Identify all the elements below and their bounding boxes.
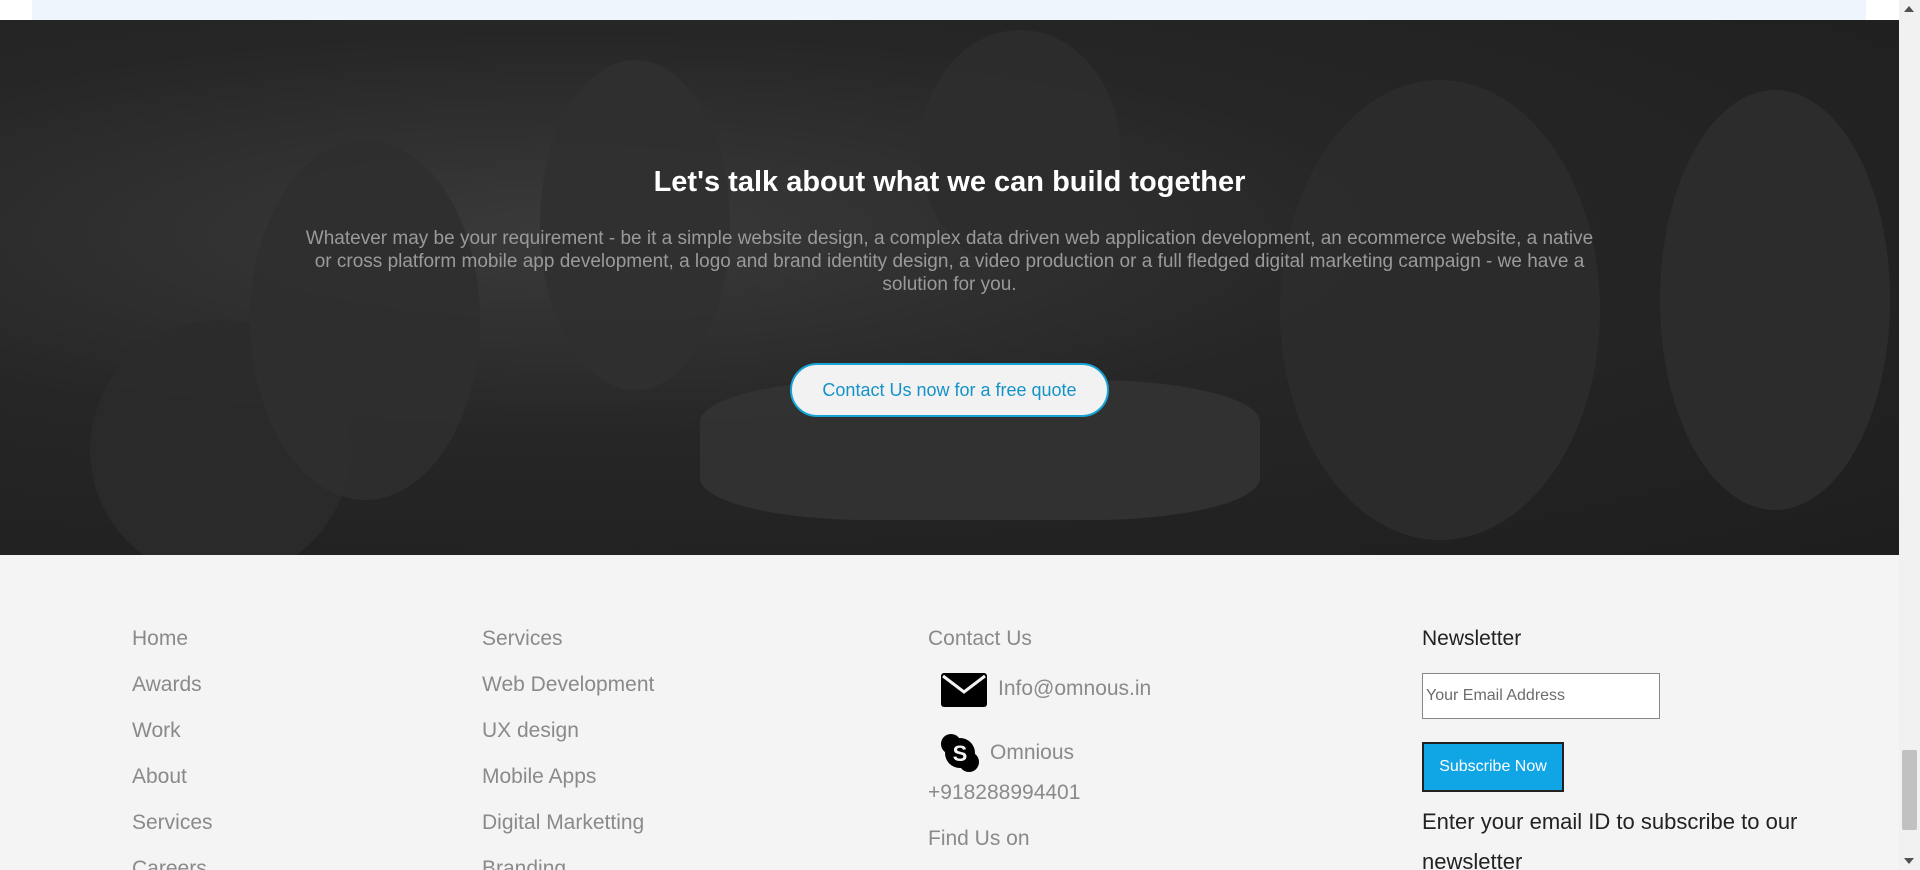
background-photo-shape (1280, 80, 1600, 540)
skype-icon: S (938, 730, 982, 776)
previous-section-edge (32, 0, 1866, 20)
footer-link-mobile-apps[interactable]: Mobile Apps (482, 765, 654, 811)
page-scrollbar[interactable] (1899, 0, 1920, 870)
envelope-icon (938, 666, 990, 712)
footer-contact-heading[interactable]: Contact Us (928, 627, 1151, 655)
footer-link-awards[interactable]: Awards (132, 673, 213, 719)
contact-email-row[interactable]: Info@omnous.in (928, 655, 1151, 723)
site-footer: Home Awards Work About Services Careers … (0, 555, 1899, 870)
footer-link-about[interactable]: About (132, 765, 213, 811)
svg-text:S: S (953, 741, 968, 766)
footer-services-column: Services Web Development UX design Mobil… (482, 627, 654, 870)
footer-link-branding[interactable]: Branding (482, 857, 654, 870)
contact-skype[interactable]: Omnious (990, 741, 1074, 765)
contact-email[interactable]: Info@omnous.in (998, 677, 1151, 701)
footer-nav-column: Home Awards Work About Services Careers (132, 627, 213, 870)
footer-link-work[interactable]: Work (132, 719, 213, 765)
background-photo-shape (540, 60, 730, 390)
footer-link-ux-design[interactable]: UX design (482, 719, 654, 765)
footer-link-digital-marketing[interactable]: Digital Marketting (482, 811, 654, 857)
top-strip (0, 0, 1899, 20)
contact-phone[interactable]: +918288994401 (928, 781, 1151, 827)
contact-us-quote-button[interactable]: Contact Us now for a free quote (790, 363, 1109, 417)
footer-newsletter-column: Newsletter Subscribe Now Enter your emai… (1422, 627, 1802, 870)
newsletter-email-input[interactable] (1422, 673, 1660, 719)
footer-link-web-development[interactable]: Web Development (482, 673, 654, 719)
hero-title: Let's talk about what we can build toget… (653, 166, 1246, 198)
background-photo-shape (1660, 90, 1890, 510)
hero-description: Whatever may be your requirement - be it… (305, 228, 1594, 295)
footer-contact-column: Contact Us Info@omnous.in S Omnious +918… (928, 627, 1151, 851)
footer-link-services[interactable]: Services (132, 811, 213, 857)
scroll-up-arrow-icon[interactable] (1904, 6, 1914, 12)
find-us-on-label: Find Us on (928, 827, 1030, 850)
footer-link-home[interactable]: Home (132, 627, 213, 673)
newsletter-heading: Newsletter (1422, 627, 1522, 650)
newsletter-description: Enter your email ID to subscribe to our … (1422, 809, 1798, 870)
footer-services-heading[interactable]: Services (482, 627, 654, 673)
scroll-down-arrow-icon[interactable] (1904, 858, 1914, 864)
footer-link-careers[interactable]: Careers (132, 857, 213, 870)
subscribe-now-button[interactable]: Subscribe Now (1422, 742, 1564, 792)
contact-skype-row[interactable]: S Omnious (928, 723, 1151, 783)
scrollbar-thumb[interactable] (1902, 750, 1917, 830)
cta-hero-section: Let's talk about what we can build toget… (0, 20, 1899, 555)
